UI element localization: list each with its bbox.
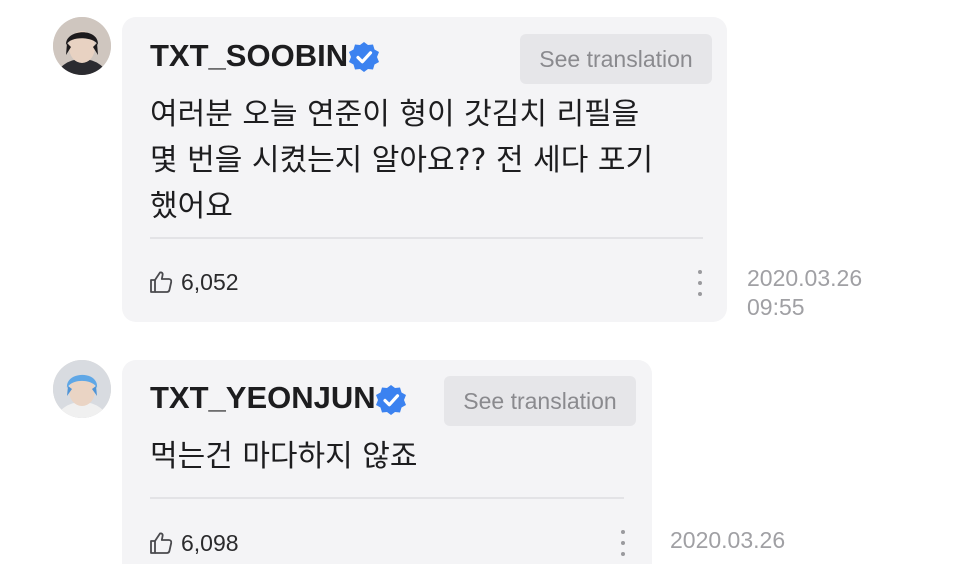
avatar-image [53, 17, 111, 75]
like-count: 6,052 [181, 269, 239, 295]
see-translation-button[interactable]: See translation [444, 376, 636, 426]
verified-badge-icon [347, 40, 381, 74]
divider [150, 237, 703, 239]
verified-badge-icon [374, 383, 408, 417]
username[interactable]: TXT_SOOBIN [150, 37, 348, 75]
like-button[interactable]: 6,098 [148, 528, 239, 558]
more-vertical-icon[interactable] [693, 270, 707, 304]
comment-text: 여러분 오늘 연준이 형이 갓김치 리필을 몇 번을 시켰는지 알아요?? 전 … [150, 97, 654, 224]
comment-date: 2020.03.26 [747, 265, 863, 291]
avatar-image [53, 360, 111, 418]
avatar-soobin[interactable] [53, 17, 111, 75]
divider [150, 497, 624, 499]
comment-time: 09:55 [747, 294, 805, 320]
thumbs-up-icon [150, 532, 173, 554]
like-button[interactable]: 6,052 [148, 267, 239, 297]
more-vertical-icon[interactable] [616, 530, 630, 564]
comment-date: 2020.03.26 [670, 527, 786, 553]
comment-thread: TXT_SOOBIN See translation 여러분 오늘 연준이 형이… [0, 0, 960, 564]
thumbs-up-icon [150, 271, 173, 293]
like-count: 6,098 [181, 530, 239, 556]
comment-text: 먹는건 마다하지 않죠 [150, 439, 418, 474]
username[interactable]: TXT_YEONJUN [150, 379, 376, 417]
avatar-yeonjun[interactable] [53, 360, 111, 418]
see-translation-button[interactable]: See translation [520, 34, 712, 84]
